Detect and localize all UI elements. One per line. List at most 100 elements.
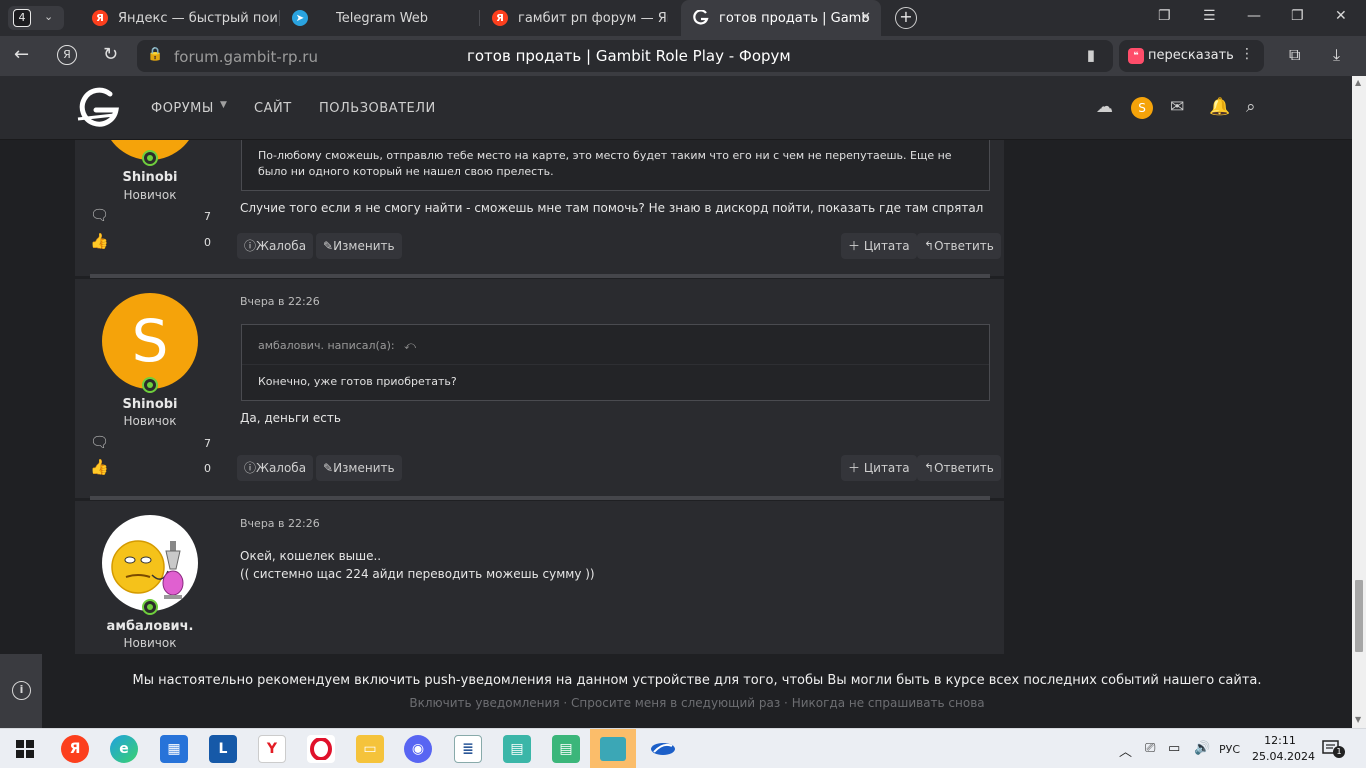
cloud-icon[interactable]: ☁ (1096, 97, 1113, 117)
mail-icon[interactable]: ✉ (1170, 97, 1184, 117)
app-icon-2[interactable]: ▤ (552, 735, 580, 763)
collections-icon[interactable]: ❐ (1158, 8, 1171, 24)
bell-icon[interactable]: 🔔 (1209, 97, 1230, 117)
yandex-home-icon[interactable]: Я (57, 45, 77, 65)
tab-counter-button[interactable]: 4 ⌄ (8, 6, 64, 30)
forums-dropdown-icon[interactable]: ▼ (220, 100, 227, 110)
post-date[interactable]: Вчера в 22:26 (240, 295, 320, 308)
file-explorer-icon[interactable]: ▭ (356, 735, 384, 763)
system-clock[interactable]: 12:11 25.04.2024 (1252, 733, 1315, 765)
tab-count: 4 (13, 9, 31, 27)
minimize-icon[interactable]: — (1247, 8, 1261, 24)
plus-icon: ＋ (848, 461, 864, 475)
jump-to-quote-icon[interactable]: ⤺ (404, 339, 416, 352)
address-bar[interactable]: 🔒 forum.gambit-rp.ru готов продать | Gam… (137, 40, 1113, 72)
close-window-icon[interactable]: ✕ (1335, 8, 1347, 24)
tab-gambit-forum-active[interactable]: готов продать | Gambit Role Play - Форум… (681, 0, 881, 36)
reply-arrow-icon: ↰ (924, 239, 935, 253)
yandex-y-icon[interactable]: Y (258, 735, 286, 763)
nav-forums[interactable]: ФОРУМЫ (151, 101, 214, 116)
app-icon-3[interactable] (590, 729, 636, 768)
telegram-icon: ➤ (292, 10, 308, 26)
camera-icon[interactable]: ⎚ (1145, 741, 1155, 756)
tab-label: готов продать | Gambit Role Play - Форум (719, 10, 869, 26)
post-message-line: Окей, кошелек выше.. (240, 549, 382, 563)
store-icon[interactable]: ▦ (160, 735, 188, 763)
reload-icon[interactable]: ↻ (103, 44, 118, 65)
post-date[interactable]: Вчера в 22:26 (240, 517, 320, 530)
yandex-icon: Я (92, 10, 108, 26)
edit-button[interactable]: ✎Изменить (316, 233, 402, 259)
reply-arrow-icon: ↰ (924, 461, 935, 475)
app-icon-1[interactable]: ▤ (503, 735, 531, 763)
scroll-up-icon[interactable]: ▲ (1355, 78, 1361, 87)
windows-start-icon[interactable] (11, 735, 39, 763)
download-icon[interactable]: ⤓ (1333, 45, 1340, 65)
tab-gambit-search[interactable]: Я гамбит рп форум — Яндекс (480, 0, 678, 36)
menu-icon[interactable]: ☰ (1203, 8, 1216, 24)
post-message: Окей, кошелек выше.. (( системно щас 224… (240, 547, 595, 583)
notepad-icon[interactable]: ≣ (454, 735, 482, 763)
info-icon: i (12, 681, 31, 700)
scrollbar-thumb[interactable] (1355, 580, 1363, 652)
close-tab-icon[interactable]: ✕ (860, 10, 871, 25)
scroll-down-icon[interactable]: ▼ (1355, 715, 1361, 724)
quote-author[interactable]: амбалович. написал(а): (258, 339, 395, 352)
restore-icon[interactable]: ❐ (1291, 8, 1304, 24)
new-tab-button[interactable]: + (895, 7, 917, 29)
chevron-down-icon: ⌄ (44, 10, 54, 23)
report-button[interactable]: ⓘЖалоба (237, 233, 314, 259)
extensions-icon[interactable]: ⧉ (1289, 45, 1300, 65)
lock-icon: 🔒 (147, 47, 164, 62)
separator: · (563, 696, 568, 710)
username[interactable]: Shinobi (75, 397, 225, 412)
app-icon-4[interactable] (649, 735, 677, 763)
likes-count: 0 (204, 236, 211, 249)
page-scrollbar[interactable]: ▲ ▼ (1352, 76, 1366, 728)
chevron-up-icon[interactable]: ︿ (1119, 741, 1132, 760)
discord-icon[interactable]: ◉ (404, 735, 432, 763)
report-button[interactable]: ⓘЖалоба (237, 455, 314, 481)
enable-notifications-link[interactable]: Включить уведомления (409, 696, 559, 710)
notification-center-icon[interactable]: 1 (1322, 740, 1345, 758)
tab-yandex-search[interactable]: Я Яндекс — быстрый поиск (80, 0, 278, 36)
reply-button[interactable]: ↰Ответить (917, 455, 1001, 481)
search-icon[interactable]: ⌕ (1246, 97, 1256, 117)
gambit-icon (693, 10, 709, 26)
gambit-logo[interactable] (74, 85, 120, 131)
edge-icon[interactable]: e (110, 735, 138, 763)
yandex-browser-icon[interactable]: Я (61, 735, 89, 763)
nav-users[interactable]: ПОЛЬЗОВАТЕЛИ (319, 101, 436, 116)
online-status-icon (142, 377, 158, 393)
retell-icon: ❝ (1128, 48, 1144, 64)
like-icon: 👍 (90, 458, 109, 476)
avatar[interactable]: S (102, 293, 198, 389)
avatar[interactable] (102, 515, 198, 611)
edit-button[interactable]: ✎Изменить (316, 455, 402, 481)
post: амбалович. Новичок Вчера в 22:26 Окей, к… (75, 501, 1004, 654)
opera-icon[interactable] (307, 735, 335, 763)
never-ask-link[interactable]: Никогда не спрашивать снова (792, 696, 985, 710)
battery-icon[interactable]: ▭ (1168, 741, 1180, 756)
post-message-line: (( системно щас 224 айди переводить може… (240, 567, 595, 581)
retell-button[interactable]: ❝ пересказать ⋮ (1119, 40, 1264, 72)
volume-icon[interactable]: 🔊 (1194, 741, 1210, 756)
back-arrow-icon[interactable]: ← (14, 44, 29, 65)
quote-body: По-любому сможешь, отправлю тебе место н… (258, 149, 952, 178)
tab-telegram[interactable]: ➤ Telegram Web (280, 0, 478, 36)
quote-block: амбалович. написал(а): ⤺ Конечно, уже го… (241, 324, 990, 401)
quote-header: амбалович. написал(а): ⤺ (242, 325, 989, 365)
bookmark-icon[interactable]: ▮ (1087, 46, 1095, 64)
user-avatar[interactable]: S (1131, 97, 1153, 119)
l-app-icon[interactable]: L (209, 735, 237, 763)
quote-button[interactable]: ＋ Цитата (841, 455, 917, 481)
quote-button[interactable]: ＋ Цитата (841, 233, 917, 259)
username[interactable]: амбалович. (75, 619, 225, 634)
nav-site[interactable]: САЙТ (254, 101, 292, 116)
more-vertical-icon[interactable]: ⋮ (1240, 46, 1254, 62)
username[interactable]: Shinobi (75, 170, 225, 185)
language-indicator[interactable]: РУС (1219, 743, 1240, 756)
ask-later-link[interactable]: Спросите меня в следующий раз (571, 696, 780, 710)
retell-label: пересказать (1148, 48, 1234, 63)
reply-button[interactable]: ↰Ответить (917, 233, 1001, 259)
